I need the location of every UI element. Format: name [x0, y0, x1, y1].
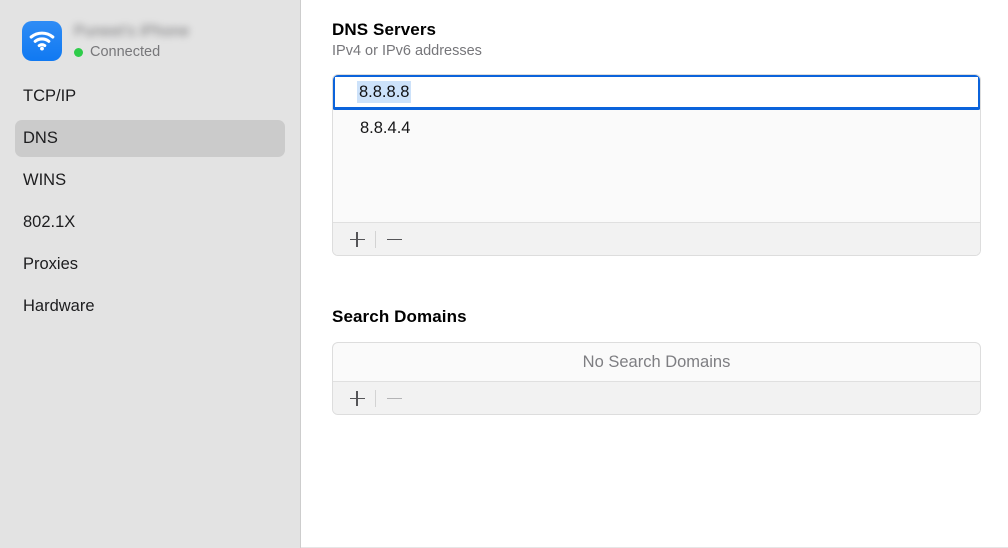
sidebar-item-hardware[interactable]: Hardware	[15, 288, 285, 325]
dns-server-edit-row[interactable]: 8.8.8.8	[332, 74, 981, 110]
dns-servers-title: DNS Servers	[332, 20, 981, 40]
dns-servers-subtitle: IPv4 or IPv6 addresses	[332, 43, 981, 59]
remove-search-domain-button	[379, 384, 409, 412]
sidebar-item-8021x[interactable]: 802.1X	[15, 204, 285, 241]
sidebar-item-label: Hardware	[23, 297, 95, 316]
search-domains-list-box: No Search Domains	[332, 342, 981, 415]
search-domains-list: No Search Domains	[333, 343, 980, 381]
status-dot	[74, 48, 83, 57]
minus-icon	[387, 391, 402, 406]
sidebar-item-proxies[interactable]: Proxies	[15, 246, 285, 283]
sidebar-item-label: TCP/IP	[23, 87, 76, 106]
search-domains-section: Search Domains No Search Domains	[332, 307, 981, 415]
remove-dns-server-button[interactable]	[379, 225, 409, 253]
sidebar-item-wins[interactable]: WINS	[15, 162, 285, 199]
dns-servers-list: 8.8.8.8 8.8.4.4	[333, 74, 980, 222]
sidebar-item-label: 802.1X	[23, 213, 75, 232]
plus-icon	[350, 391, 365, 406]
device-status: Connected	[74, 44, 189, 60]
device-meta: Puneet's iPhone Connected	[74, 22, 189, 60]
device-name: Puneet's iPhone	[74, 23, 189, 41]
sidebar-item-label: WINS	[23, 171, 66, 190]
search-domains-toolbar	[333, 381, 980, 414]
toolbar-divider	[375, 231, 376, 248]
dns-server-edit-input[interactable]: 8.8.8.8	[357, 81, 411, 104]
dns-servers-list-box: 8.8.8.8 8.8.4.4	[332, 74, 981, 256]
network-settings-window: Puneet's iPhone Connected TCP/IP DNS WIN…	[0, 0, 1008, 548]
sidebar: Puneet's iPhone Connected TCP/IP DNS WIN…	[0, 0, 301, 548]
search-domains-empty-text: No Search Domains	[583, 353, 731, 372]
sidebar-nav: TCP/IP DNS WINS 802.1X Proxies Hardware	[0, 78, 300, 325]
sidebar-item-tcpip[interactable]: TCP/IP	[15, 78, 285, 115]
table-row[interactable]: 8.8.4.4	[333, 110, 980, 146]
toolbar-divider	[375, 390, 376, 407]
wifi-icon	[22, 21, 62, 61]
sidebar-item-label: DNS	[23, 129, 58, 148]
minus-icon	[387, 232, 402, 247]
sidebar-item-label: Proxies	[23, 255, 78, 274]
status-label: Connected	[90, 44, 160, 60]
sidebar-item-dns[interactable]: DNS	[15, 120, 285, 157]
dns-servers-toolbar	[333, 222, 980, 255]
add-dns-server-button[interactable]	[342, 225, 372, 253]
search-domains-title: Search Domains	[332, 307, 981, 327]
dns-server-value: 8.8.4.4	[360, 119, 410, 138]
content-pane: DNS Servers IPv4 or IPv6 addresses 8.8.8…	[301, 0, 1008, 548]
add-search-domain-button[interactable]	[342, 384, 372, 412]
plus-icon	[350, 232, 365, 247]
device-header: Puneet's iPhone Connected	[0, 18, 300, 64]
